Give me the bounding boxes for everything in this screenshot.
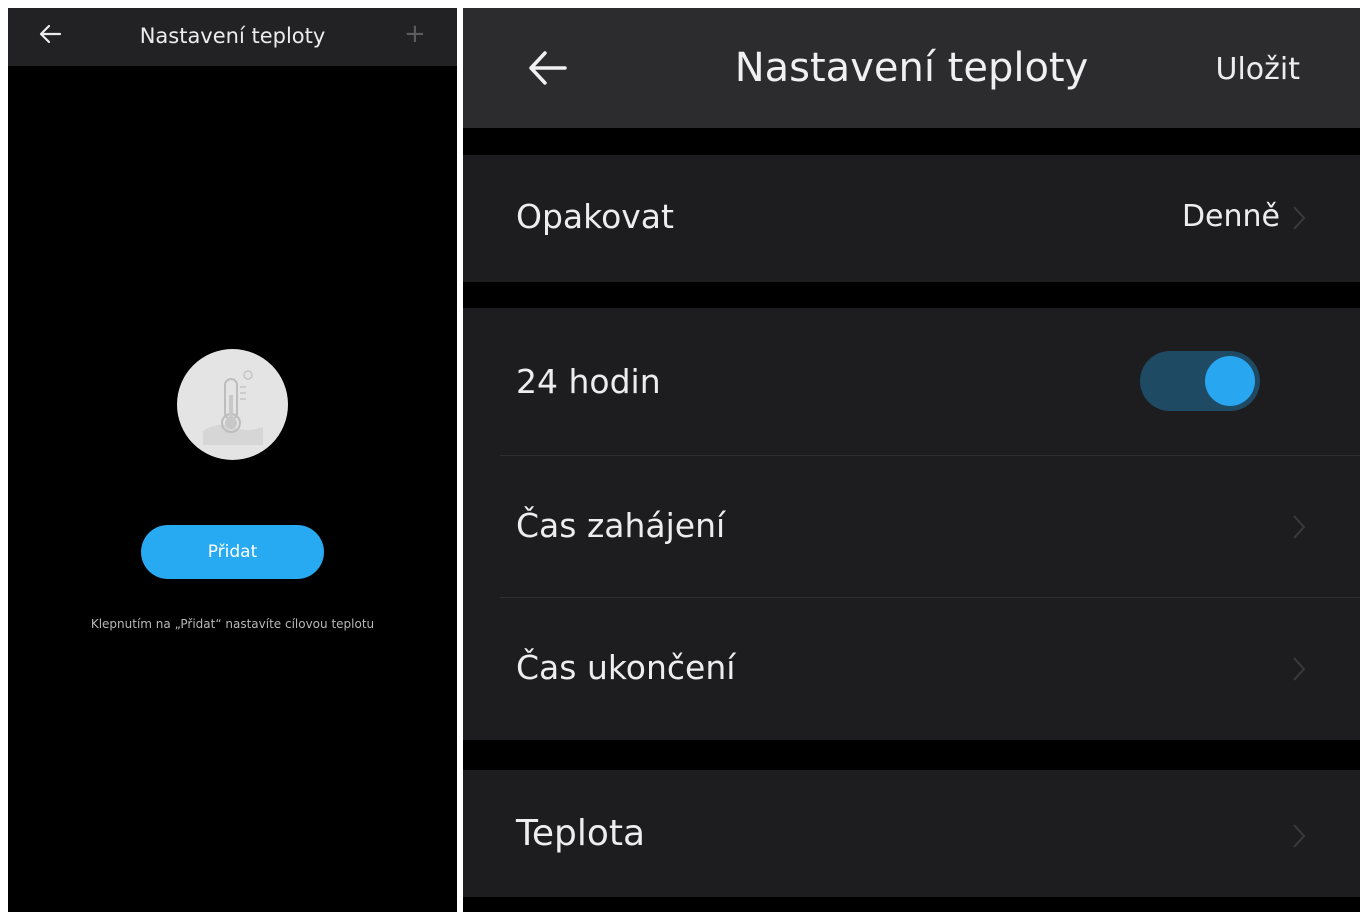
page-title: Nastavení teploty [139, 24, 326, 48]
end-time-row[interactable]: Čas ukončení [463, 598, 1360, 740]
repeat-row[interactable]: Opakovat Denně [463, 155, 1360, 282]
start-time-row[interactable]: Čas zahájení [463, 456, 1360, 597]
temperature-settings-screen: Nastavení teploty Uložit Opakovat Denně … [463, 8, 1360, 912]
chevron-right-icon [1293, 824, 1306, 848]
plus-icon[interactable]: + [404, 20, 426, 48]
hours24-toggle[interactable] [1140, 351, 1260, 411]
temperature-label: Teplota [516, 813, 646, 854]
temperature-group: Teplota [463, 770, 1360, 897]
save-button[interactable]: Uložit [1216, 50, 1301, 90]
repeat-label: Opakovat [516, 197, 674, 236]
hint-text: Klepnutím na „Přidat“ nastavíte cílovou … [90, 617, 375, 631]
thermometer-illustration [177, 349, 288, 460]
top-bar: Nastavení teploty Uložit [463, 8, 1360, 128]
chevron-right-icon [1293, 515, 1306, 539]
hours24-row: 24 hodin [463, 308, 1360, 455]
temperature-row[interactable]: Teplota [463, 770, 1360, 897]
time-group: 24 hodin Čas zahájení Čas ukončení [463, 308, 1360, 740]
thermometer-icon [202, 369, 263, 445]
repeat-value: Denně [1181, 199, 1280, 234]
chevron-right-icon [1293, 657, 1306, 681]
add-button[interactable]: Přidat [141, 525, 324, 579]
empty-temperature-screen: Nastavení teploty + Přidat Klepnutím na … [8, 8, 457, 912]
hours24-label: 24 hodin [516, 362, 661, 401]
toggle-knob [1205, 356, 1255, 406]
end-time-label: Čas ukončení [516, 648, 736, 687]
chevron-right-icon [1293, 206, 1306, 230]
start-time-label: Čas zahájení [516, 506, 726, 545]
repeat-group: Opakovat Denně [463, 155, 1360, 282]
top-bar: Nastavení teploty + [8, 8, 457, 66]
